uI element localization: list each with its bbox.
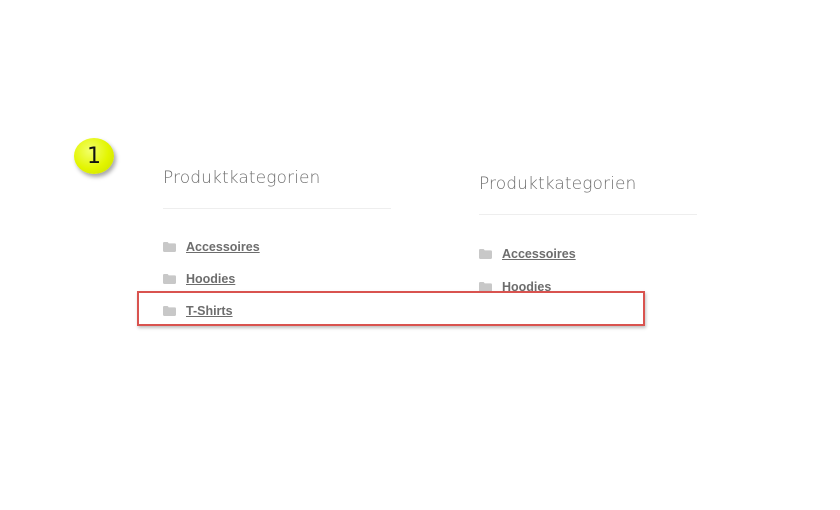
widget-title: Produktkategorien — [479, 174, 697, 215]
product-categories-widget-after: Produktkategorien Accessoires Hoodies — [479, 174, 697, 303]
category-link-hoodies[interactable]: Hoodies — [502, 280, 551, 294]
category-list: Accessoires Hoodies — [479, 237, 697, 303]
category-list: Accessoires Hoodies T-Shirts — [163, 231, 391, 327]
category-link-accessoires[interactable]: Accessoires — [502, 247, 576, 261]
widget-title: Produktkategorien — [163, 168, 391, 209]
step-number-badge: 1 — [74, 138, 114, 174]
folder-icon — [163, 242, 176, 252]
category-link-accessoires[interactable]: Accessoires — [186, 240, 260, 254]
product-categories-widget-before: Produktkategorien Accessoires Hoodies T-… — [163, 168, 391, 327]
category-item-hoodies: Hoodies — [479, 270, 697, 303]
category-item-accessoires: Accessoires — [163, 231, 391, 263]
category-item-t-shirts: T-Shirts — [163, 295, 391, 327]
category-link-t-shirts[interactable]: T-Shirts — [186, 304, 233, 318]
folder-icon — [163, 306, 176, 316]
folder-icon — [479, 281, 492, 292]
folder-icon — [479, 248, 492, 259]
folder-icon — [163, 274, 176, 284]
category-link-hoodies[interactable]: Hoodies — [186, 272, 235, 286]
step-number: 1 — [87, 143, 101, 169]
category-item-accessoires: Accessoires — [479, 237, 697, 270]
category-item-hoodies: Hoodies — [163, 263, 391, 295]
